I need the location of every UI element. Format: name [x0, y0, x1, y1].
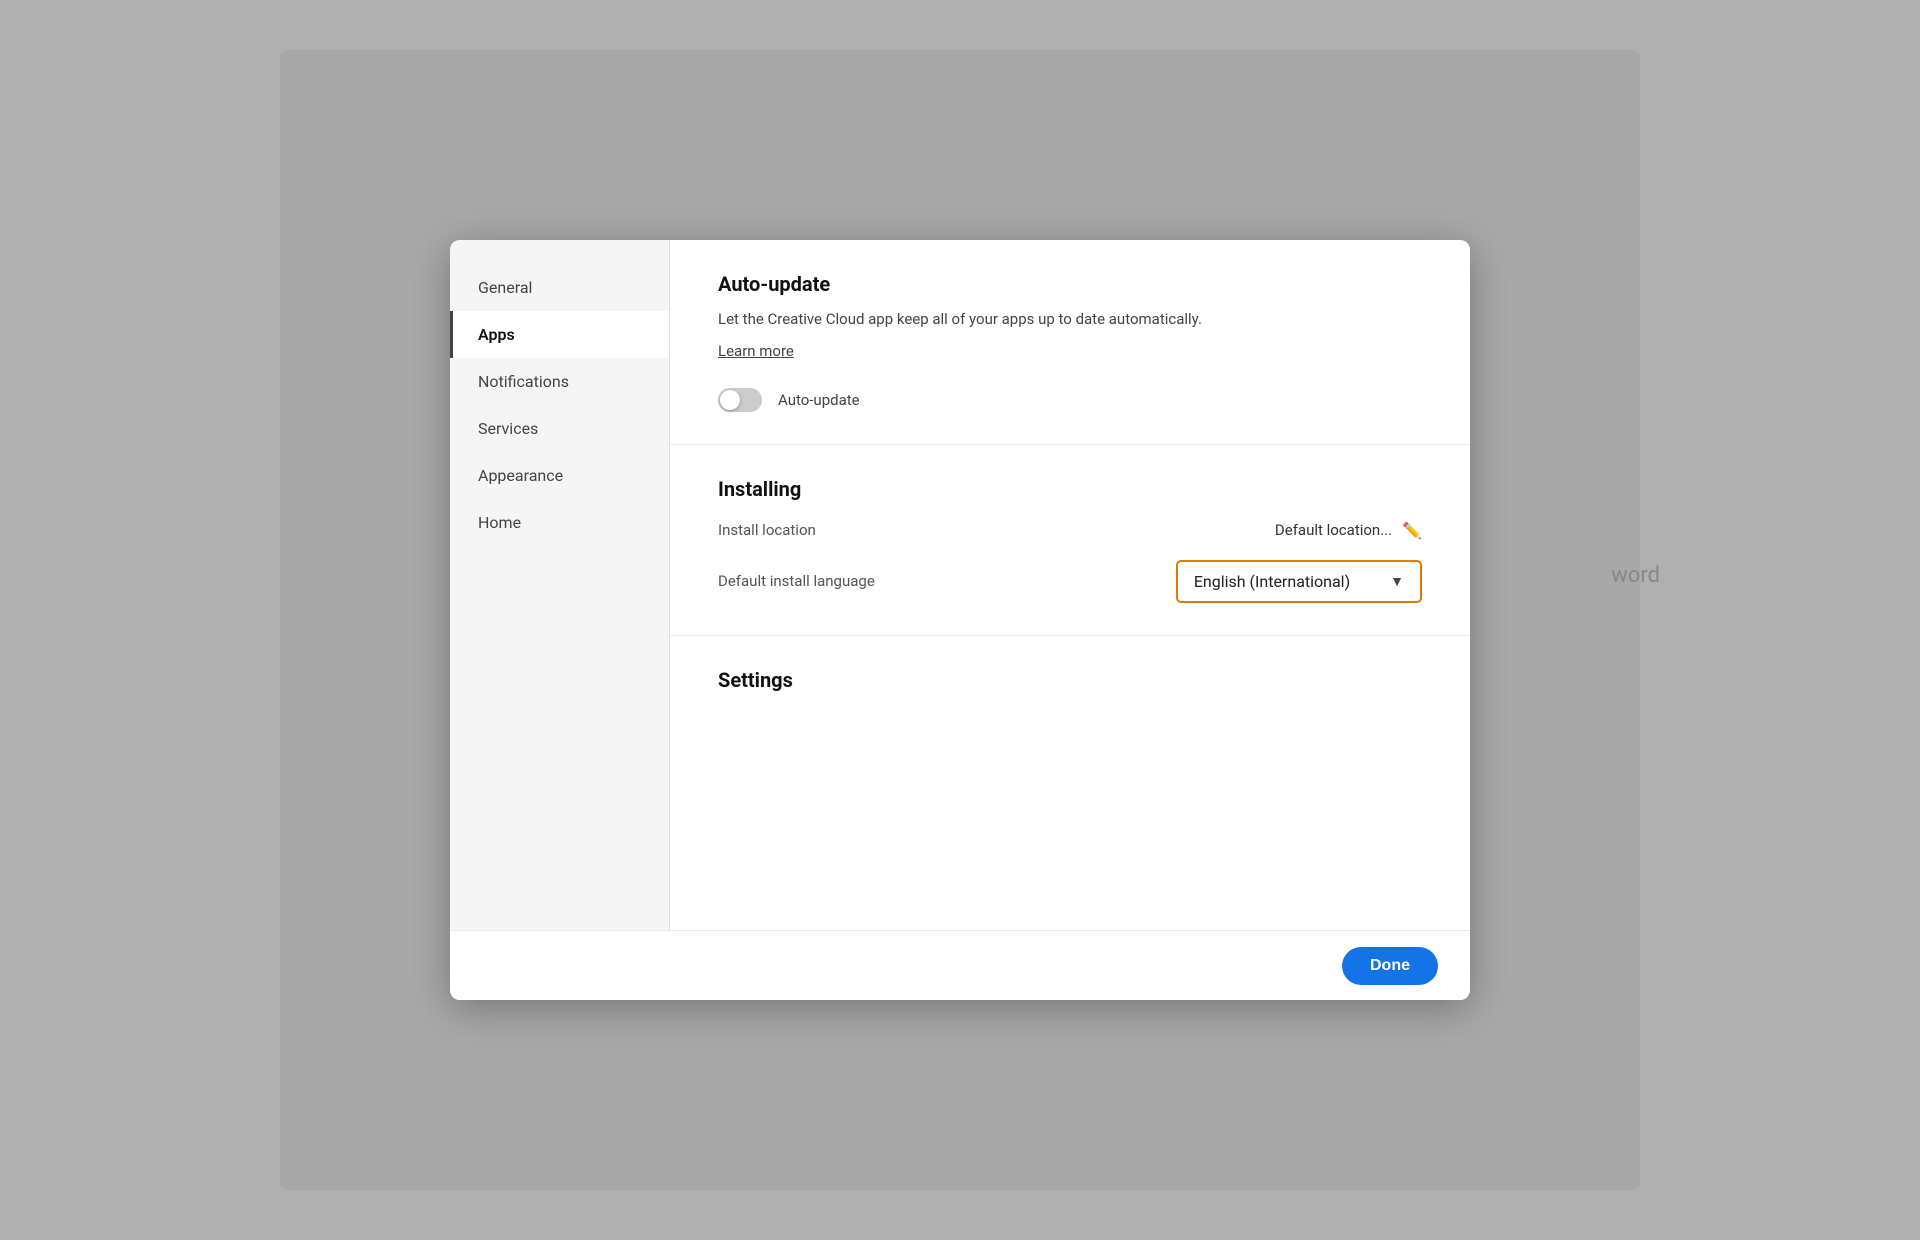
- sidebar-item-general[interactable]: General: [450, 264, 669, 311]
- background-word: word: [1611, 563, 1660, 588]
- learn-more-link[interactable]: Learn more: [718, 342, 794, 360]
- toggle-knob: [720, 390, 740, 410]
- sidebar-item-appearance[interactable]: Appearance: [450, 452, 669, 499]
- language-select-value: English (International): [1194, 572, 1350, 591]
- settings-section: Settings: [670, 636, 1470, 736]
- install-location-row: Install location Default location... ✏️: [718, 521, 1422, 540]
- installing-section: Installing Install location Default loca…: [670, 445, 1470, 636]
- autoupdate-section: Auto-update Let the Creative Cloud app k…: [670, 240, 1470, 445]
- preferences-dialog: General Apps Notifications Services Appe…: [450, 240, 1470, 1000]
- settings-title: Settings: [718, 668, 1422, 692]
- outer-background: word General Apps Notifications Services: [280, 50, 1640, 1190]
- sidebar-item-notifications[interactable]: Notifications: [450, 358, 669, 405]
- sidebar-item-home[interactable]: Home: [450, 499, 669, 546]
- sidebar-label-home: Home: [478, 513, 521, 532]
- install-location-value: Default location...: [1275, 521, 1392, 539]
- default-language-row: Default install language English (Intern…: [718, 560, 1422, 603]
- main-content: Auto-update Let the Creative Cloud app k…: [670, 240, 1470, 930]
- sidebar-label-notifications: Notifications: [478, 372, 569, 391]
- autoupdate-toggle-label: Auto-update: [778, 391, 860, 409]
- installing-title: Installing: [718, 477, 1422, 501]
- sidebar-item-apps[interactable]: Apps: [450, 311, 669, 358]
- sidebar-label-apps: Apps: [478, 325, 515, 344]
- edit-icon[interactable]: ✏️: [1402, 521, 1422, 540]
- language-select-dropdown[interactable]: English (International) ▼: [1176, 560, 1422, 603]
- install-location-value-container: Default location... ✏️: [1275, 521, 1422, 540]
- sidebar-label-services: Services: [478, 419, 538, 438]
- install-location-label: Install location: [718, 521, 816, 539]
- dialog-body: General Apps Notifications Services Appe…: [450, 240, 1470, 930]
- done-button[interactable]: Done: [1342, 947, 1438, 985]
- autoupdate-toggle-row: Auto-update: [718, 388, 1422, 412]
- chevron-down-icon: ▼: [1390, 573, 1404, 590]
- sidebar: General Apps Notifications Services Appe…: [450, 240, 670, 930]
- sidebar-item-services[interactable]: Services: [450, 405, 669, 452]
- autoupdate-toggle[interactable]: [718, 388, 762, 412]
- sidebar-label-general: General: [478, 278, 532, 297]
- autoupdate-title: Auto-update: [718, 272, 1422, 296]
- autoupdate-description: Let the Creative Cloud app keep all of y…: [718, 308, 1422, 331]
- default-language-label: Default install language: [718, 572, 875, 590]
- sidebar-label-appearance: Appearance: [478, 466, 563, 485]
- dialog-footer: Done: [450, 930, 1470, 1000]
